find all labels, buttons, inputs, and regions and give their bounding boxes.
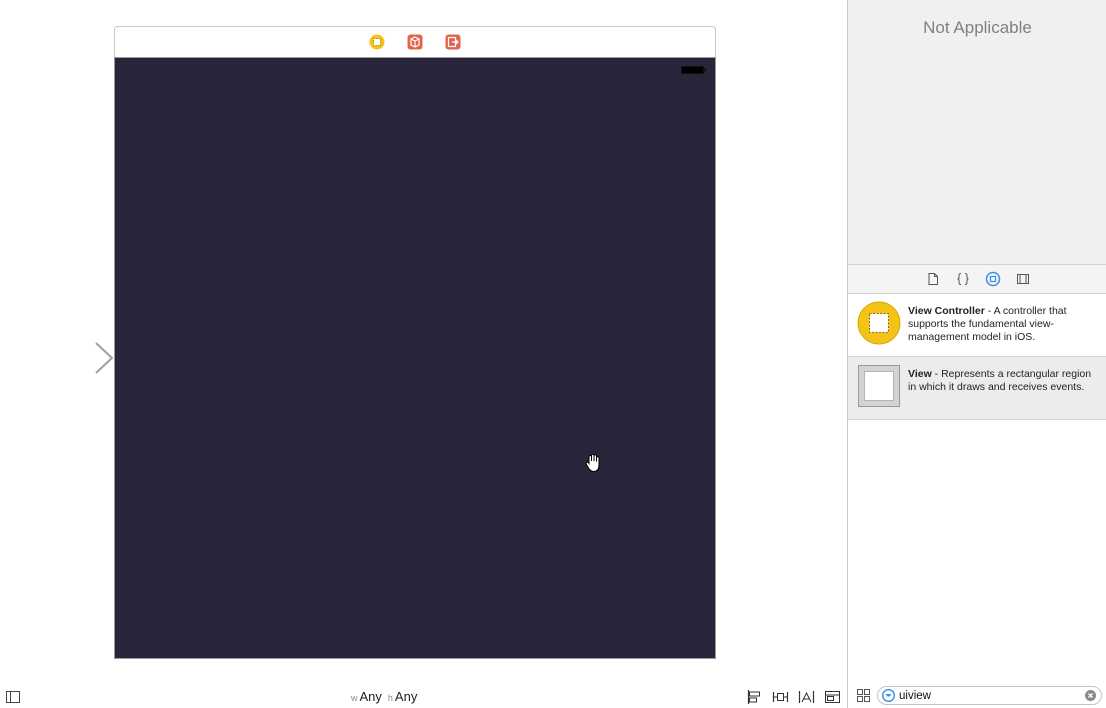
resizing-behavior-icon[interactable] (824, 689, 841, 705)
size-class-height-prefix: h (387, 693, 393, 703)
open-hand-icon (585, 453, 600, 473)
list-item-title: View (908, 368, 932, 380)
object-library-list: View Controller - A controller that supp… (848, 294, 1106, 420)
document-outline-toggle-icon[interactable] (6, 691, 20, 703)
size-class-height-value: Any (394, 689, 418, 704)
object-library-icon[interactable] (985, 271, 1001, 287)
filter-icon[interactable] (882, 689, 895, 702)
list-item-text: View - Represents a rectangular region i… (908, 368, 1098, 394)
resolve-auto-layout-icon[interactable] (798, 689, 815, 705)
view-controller-icon[interactable] (369, 34, 385, 50)
align-icon[interactable] (746, 689, 763, 705)
size-class-height: h Any (388, 689, 417, 704)
library-search-field[interactable] (877, 686, 1102, 705)
code-snippet-icon[interactable] (955, 271, 971, 287)
size-class-control[interactable]: w Any h Any (351, 689, 417, 705)
media-library-icon[interactable] (1015, 271, 1031, 287)
utilities-panel: Not Applicable View Controller - A contr… (847, 0, 1106, 708)
list-item-title: View Controller (908, 305, 985, 317)
inspector-pane: Not Applicable (848, 0, 1106, 264)
search-input[interactable] (899, 689, 1084, 702)
scene-dock (114, 26, 716, 58)
file-template-icon[interactable] (925, 271, 941, 287)
canvas-bottom-bar: w Any h Any (0, 686, 847, 708)
auto-layout-tools (746, 689, 841, 705)
initial-view-controller-arrow-icon[interactable] (18, 340, 114, 376)
storyboard-canvas[interactable] (0, 0, 847, 708)
clear-search-icon[interactable] (1085, 690, 1096, 701)
view-icon (858, 365, 900, 407)
library-tab-bar (848, 264, 1106, 294)
exit-icon[interactable] (445, 34, 461, 50)
library-filter-bar (848, 684, 1106, 708)
list-item-text: View Controller - A controller that supp… (908, 305, 1098, 344)
list-item[interactable]: View - Represents a rectangular region i… (848, 357, 1106, 420)
pin-icon[interactable] (772, 689, 789, 705)
size-class-width-value: Any (359, 689, 382, 704)
size-class-width-prefix: w (351, 693, 358, 703)
first-responder-icon[interactable] (407, 34, 423, 50)
view-controller-icon (857, 301, 901, 345)
root-view[interactable] (114, 57, 716, 659)
size-class-width: w Any (351, 689, 382, 704)
list-item[interactable]: View Controller - A controller that supp… (848, 294, 1106, 357)
inspector-empty-message: Not Applicable (923, 18, 1032, 37)
xcode-storyboard-window: w Any h Any Not Applicable View Controll… (0, 0, 1106, 708)
view-controller-scene[interactable] (114, 26, 716, 659)
list-item-description: - Represents a rectangular region in whi… (908, 368, 1092, 393)
grid-view-toggle-icon[interactable] (857, 689, 870, 702)
battery-icon (681, 66, 706, 74)
